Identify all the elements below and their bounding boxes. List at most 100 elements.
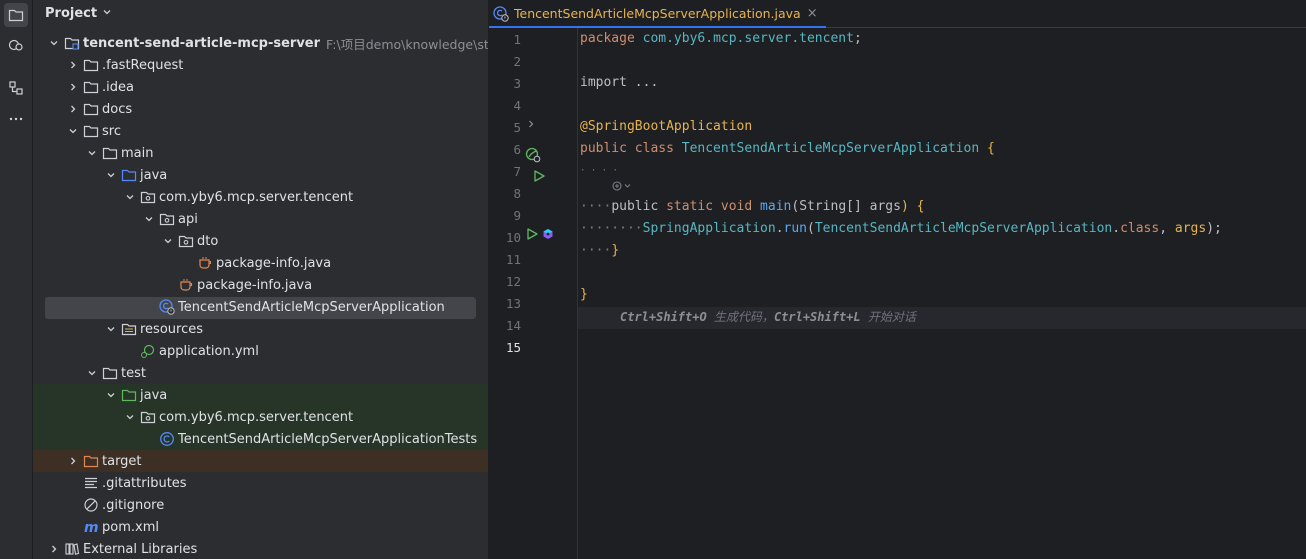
- tree-row[interactable]: java: [33, 164, 488, 186]
- run-main-icon[interactable]: [525, 227, 539, 245]
- module-folder-icon: [64, 35, 80, 51]
- ai-assistant-icon[interactable]: [542, 228, 554, 244]
- folder-icon: [83, 57, 99, 73]
- chevron-right-icon[interactable]: [66, 58, 80, 72]
- tree-row-label: .idea: [102, 79, 134, 95]
- tree-row[interactable]: .fastRequest: [33, 54, 488, 76]
- chevron-right-icon[interactable]: [47, 542, 61, 556]
- chevron-right-icon[interactable]: [66, 454, 80, 468]
- package-icon: [178, 233, 194, 249]
- tree-row[interactable]: m pom.xml: [33, 516, 488, 538]
- tree-row-label: docs: [102, 101, 133, 117]
- ai-inline-icon[interactable]: [612, 180, 632, 196]
- project-panel-header[interactable]: Project: [45, 3, 112, 23]
- run-gutter-icon[interactable]: [532, 169, 546, 187]
- tree-row[interactable]: External Libraries: [33, 538, 488, 559]
- spring-class-icon: [493, 5, 509, 22]
- folder-icon: [102, 365, 118, 381]
- services-tool-icon[interactable]: [4, 33, 28, 57]
- tree-row[interactable]: application.yml: [33, 340, 488, 362]
- editor-tab-application-java[interactable]: TencentSendArticleMcpServerApplication.j…: [489, 0, 826, 28]
- tree-row-label: src: [102, 123, 121, 139]
- folder-icon: [102, 145, 118, 161]
- tree-row-label: package-info.java: [197, 277, 313, 293]
- tree-row-label: target: [102, 453, 142, 469]
- spring-bean-icon[interactable]: [525, 147, 541, 167]
- tree-row[interactable]: dto: [33, 230, 488, 252]
- tree-row[interactable]: resources: [33, 318, 488, 340]
- chevron-down-icon[interactable]: [142, 212, 156, 226]
- line-number: 13: [505, 296, 521, 311]
- line-number: 7: [513, 164, 521, 179]
- chevron-down-icon[interactable]: [66, 124, 80, 138]
- yaml-file-icon: [140, 343, 156, 359]
- svg-text:m: m: [84, 520, 99, 535]
- code-line-11: ········SpringApplication.run(TencentSen…: [580, 221, 1222, 236]
- tree-row[interactable]: tencent-send-article-mcp-server F:\项目demo…: [33, 32, 488, 54]
- more-tools-icon[interactable]: [4, 107, 28, 131]
- excluded-folder-icon: [83, 453, 99, 469]
- tree-row-label: .gitignore: [102, 497, 165, 513]
- project-panel-title: Project: [45, 5, 98, 21]
- tree-row-label: tencent-send-article-mcp-server: [83, 35, 321, 51]
- chevron-down-icon[interactable]: [47, 36, 61, 50]
- project-tool-icon[interactable]: [4, 3, 28, 27]
- tree-row[interactable]: src: [33, 120, 488, 142]
- package-icon: [140, 409, 156, 425]
- tree-row-label: package-info.java: [216, 255, 332, 271]
- editor-tab-bar: TencentSendArticleMcpServerApplication.j…: [489, 0, 1306, 28]
- editor-tab-label: TencentSendArticleMcpServerApplication.j…: [514, 6, 801, 21]
- tree-row[interactable]: package-info.java: [33, 252, 488, 274]
- project-panel: Project tencent-send-article-mcp-server F…: [33, 0, 488, 559]
- chevron-down-icon[interactable]: [85, 366, 99, 380]
- whitespace-dots: · · · ·: [580, 166, 618, 176]
- tree-row[interactable]: test: [33, 362, 488, 384]
- tree-row[interactable]: package-info.java: [33, 274, 488, 296]
- tree-row-label: java: [140, 167, 168, 183]
- tree-row-label: dto: [197, 233, 219, 249]
- ai-hint-line: Ctrl+Shift+O 生成代码，Ctrl+Shift+L 开始对话: [620, 310, 916, 324]
- package-icon: [159, 211, 175, 227]
- chevron-down-icon: [102, 6, 112, 21]
- tree-row-label: TencentSendArticleMcpServerApplication: [178, 299, 445, 315]
- chevron-down-icon[interactable]: [123, 410, 137, 424]
- chevron-down-icon[interactable]: [104, 168, 118, 182]
- tree-row[interactable]: .gitattributes: [33, 472, 488, 494]
- tree-row-label: com.yby6.mcp.server.tencent: [159, 409, 354, 425]
- tree-row[interactable]: .gitignore: [33, 494, 488, 516]
- chevron-right-icon[interactable]: [66, 80, 80, 94]
- folder-icon: [83, 101, 99, 117]
- chevron-down-icon[interactable]: [104, 322, 118, 336]
- tree-row[interactable]: docs: [33, 98, 488, 120]
- structure-tool-icon[interactable]: [4, 76, 28, 100]
- line-number: 11: [505, 252, 521, 267]
- fold-arrow-icon[interactable]: [526, 118, 536, 133]
- project-path: F:\项目demo\knowledge\study: [326, 36, 488, 52]
- chevron-down-icon[interactable]: [85, 146, 99, 160]
- tree-row[interactable]: TencentSendArticleMcpServerApplicationTe…: [33, 428, 488, 450]
- code-line-12: ····}: [580, 243, 620, 258]
- tree-row[interactable]: api: [33, 208, 488, 230]
- code-line-10: ····public static void main(String[] arg…: [580, 199, 925, 214]
- line-number: 2: [513, 54, 521, 69]
- tree-row[interactable]: main: [33, 142, 488, 164]
- chevron-down-icon[interactable]: [123, 190, 137, 204]
- tree-row[interactable]: target: [33, 450, 488, 472]
- tree-row[interactable]: com.yby6.mcp.server.tencent: [33, 186, 488, 208]
- tree-row[interactable]: com.yby6.mcp.server.tencent: [33, 406, 488, 428]
- close-icon[interactable]: ×: [807, 6, 818, 21]
- tree-row[interactable]: TencentSendArticleMcpServerApplication: [33, 296, 488, 318]
- tree-row-label: com.yby6.mcp.server.tencent: [159, 189, 354, 205]
- test-folder-icon: [121, 387, 137, 403]
- tree-row[interactable]: .idea: [33, 76, 488, 98]
- chevron-down-icon[interactable]: [104, 388, 118, 402]
- chevron-right-icon[interactable]: [66, 102, 80, 116]
- chevron-down-icon[interactable]: [161, 234, 175, 248]
- tree-row[interactable]: java: [33, 384, 488, 406]
- code-area[interactable]: package com.yby6.mcp.server.tencent; imp…: [580, 28, 1306, 559]
- tree-row-label: test: [121, 365, 146, 381]
- code-line-14: }: [580, 287, 588, 302]
- java-file-icon: [197, 255, 213, 271]
